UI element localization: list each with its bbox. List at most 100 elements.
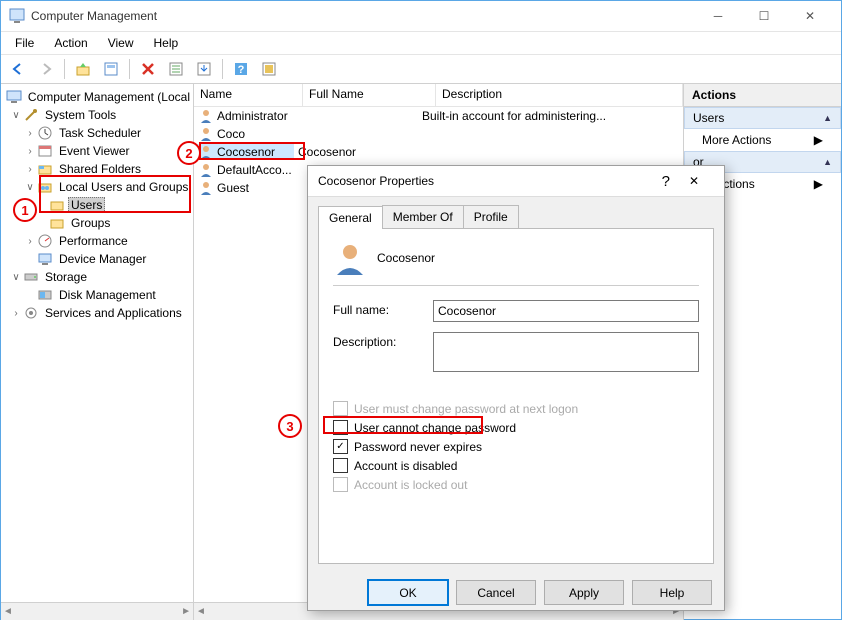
help-icon[interactable]: ?	[228, 56, 254, 82]
dialog-close-button[interactable]: ✕	[674, 167, 714, 195]
app-icon	[9, 8, 25, 24]
user-large-icon	[333, 241, 367, 275]
chk-must-change: User must change password at next logon	[333, 401, 699, 416]
refresh-icon[interactable]	[163, 56, 189, 82]
tree-services[interactable]: Services and Applications	[42, 305, 185, 321]
dialog-username: Cocosenor	[377, 251, 435, 265]
settings-icon[interactable]	[256, 56, 282, 82]
maximize-button[interactable]: ☐	[741, 2, 787, 30]
twisty-icon[interactable]: ∨	[23, 182, 37, 193]
collapse-icon: ▲	[823, 157, 832, 167]
tree-system-tools[interactable]: System Tools	[42, 107, 119, 123]
tree-task-scheduler[interactable]: Task Scheduler	[56, 125, 144, 141]
chk-cannot-change[interactable]: User cannot change password	[333, 420, 699, 435]
fullname-input[interactable]	[433, 300, 699, 322]
nav-tree: Computer Management (Local ∨ System Tools…	[1, 84, 194, 620]
twisty-icon[interactable]: ›	[23, 128, 37, 139]
chk-never-expires[interactable]: ✓Password never expires	[333, 439, 699, 454]
description-label: Description:	[333, 332, 433, 349]
twisty-icon[interactable]: ›	[23, 164, 37, 175]
apply-button[interactable]: Apply	[544, 580, 624, 605]
clock-icon	[37, 125, 53, 141]
twisty-icon[interactable]: ∨	[9, 272, 23, 283]
properties-icon[interactable]	[98, 56, 124, 82]
toolbar: ?	[1, 55, 841, 84]
chevron-right-icon: ▶	[814, 177, 823, 191]
dialog-tabs: General Member Of Profile	[308, 197, 724, 228]
services-icon	[23, 305, 39, 321]
list-row[interactable]: AdministratorBuilt-in account for admini…	[194, 107, 683, 125]
tab-memberof[interactable]: Member Of	[382, 205, 464, 228]
tree-root[interactable]: Computer Management (Local	[25, 89, 193, 105]
tree-shared-folders[interactable]: Shared Folders	[56, 161, 144, 177]
user-icon	[198, 162, 214, 178]
twisty-icon[interactable]: ›	[23, 236, 37, 247]
properties-dialog: Cocosenor Properties ? ✕ General Member …	[307, 165, 725, 611]
tab-general[interactable]: General	[318, 206, 383, 229]
tab-profile[interactable]: Profile	[463, 205, 519, 228]
menu-action[interactable]: Action	[46, 34, 95, 52]
tree-event-viewer[interactable]: Event Viewer	[56, 143, 132, 159]
twisty-icon[interactable]: ›	[9, 308, 23, 319]
ok-button[interactable]: OK	[368, 580, 448, 605]
tree-groups[interactable]: Groups	[68, 215, 113, 231]
forward-button[interactable]	[33, 56, 59, 82]
fullname-label: Full name:	[333, 300, 433, 317]
perf-icon	[37, 233, 53, 249]
menu-help[interactable]: Help	[146, 34, 187, 52]
up-button[interactable]	[70, 56, 96, 82]
checkbox-icon	[333, 420, 348, 435]
window-title: Computer Management	[31, 9, 695, 23]
export-icon[interactable]	[191, 56, 217, 82]
col-desc[interactable]: Description	[436, 84, 683, 106]
dialog-help-button[interactable]: ?	[662, 173, 670, 190]
user-icon	[198, 108, 214, 124]
chevron-right-icon: ▶	[814, 133, 823, 147]
tree-hscroll[interactable]: ◄►	[1, 602, 193, 620]
usersfolder-icon	[37, 179, 53, 195]
dialog-buttons: OK Cancel Apply Help	[308, 572, 724, 613]
back-button[interactable]	[5, 56, 31, 82]
actions-more-1[interactable]: More Actions▶	[684, 129, 841, 151]
help-button[interactable]: Help	[632, 580, 712, 605]
tree-local-users-groups[interactable]: Local Users and Groups	[56, 179, 191, 195]
twisty-icon[interactable]: ›	[23, 146, 37, 157]
user-icon	[198, 180, 214, 196]
device-icon	[37, 251, 53, 267]
twisty-icon[interactable]: ∨	[9, 110, 23, 121]
storage-icon	[23, 269, 39, 285]
user-icon	[198, 126, 214, 142]
svg-text:?: ?	[238, 64, 245, 76]
tree-users[interactable]: Users	[68, 197, 105, 213]
col-name[interactable]: Name	[194, 84, 303, 106]
computer-icon	[6, 89, 22, 105]
close-button[interactable]: ✕	[787, 2, 833, 30]
list-row-selected[interactable]: CocosenorCocosenor	[194, 143, 683, 161]
delete-icon[interactable]	[135, 56, 161, 82]
description-input[interactable]	[433, 332, 699, 372]
sharedfolder-icon	[37, 161, 53, 177]
actions-header: Actions	[684, 84, 841, 107]
dialog-titlebar: Cocosenor Properties ? ✕	[308, 166, 724, 197]
tree-performance[interactable]: Performance	[56, 233, 131, 249]
tree-storage[interactable]: Storage	[42, 269, 90, 285]
menubar: File Action View Help	[1, 32, 841, 55]
tab-body: Cocosenor Full name: Description: User m…	[318, 228, 714, 564]
collapse-icon: ▲	[823, 113, 832, 123]
menu-view[interactable]: View	[100, 34, 142, 52]
disk-icon	[37, 287, 53, 303]
chk-disabled[interactable]: Account is disabled	[333, 458, 699, 473]
checkbox-icon	[333, 477, 348, 492]
minimize-button[interactable]: ─	[695, 2, 741, 30]
list-row[interactable]: Coco	[194, 125, 683, 143]
actions-section-users[interactable]: Users▲	[684, 107, 841, 129]
checkbox-checked-icon: ✓	[333, 439, 348, 454]
chk-locked: Account is locked out	[333, 477, 699, 492]
tree-device-manager[interactable]: Device Manager	[56, 251, 149, 267]
menu-file[interactable]: File	[7, 34, 42, 52]
event-icon	[37, 143, 53, 159]
tree-disk-mgmt[interactable]: Disk Management	[56, 287, 159, 303]
cancel-button[interactable]: Cancel	[456, 580, 536, 605]
folder-icon	[49, 197, 65, 213]
col-fullname[interactable]: Full Name	[303, 84, 436, 106]
